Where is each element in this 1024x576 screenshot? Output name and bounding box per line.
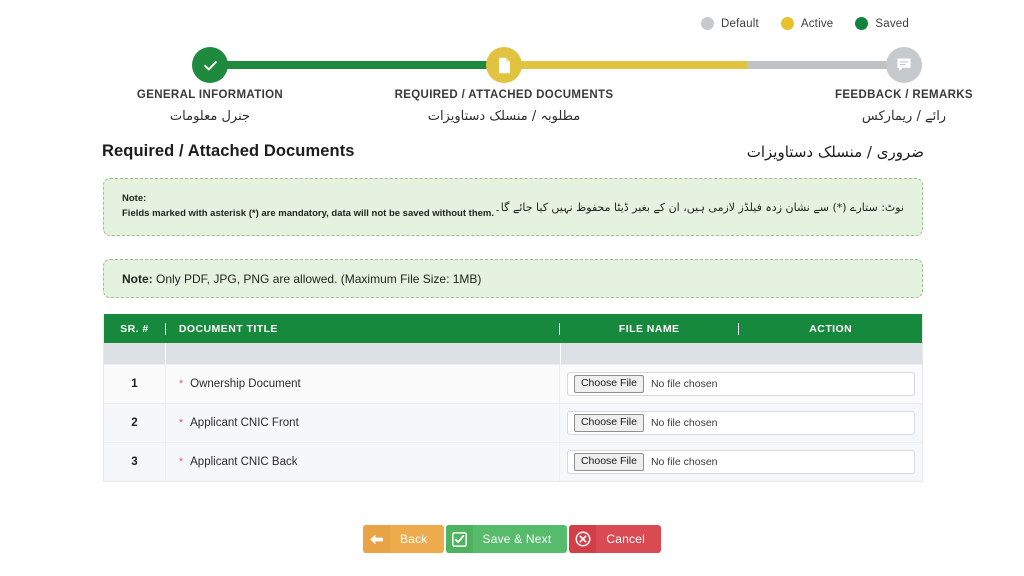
table-row: 2 * Applicant CNIC Front Choose File No …: [104, 403, 922, 442]
row-document-title: Applicant CNIC Front: [190, 417, 299, 429]
cancel-button[interactable]: Cancel: [569, 525, 661, 553]
back-button-label: Back: [400, 532, 428, 546]
stepper-connector-saved: [211, 61, 501, 69]
row-document-title: Applicant CNIC Back: [190, 456, 298, 468]
page-title-urdu: ضروری / منسلک دستاویزات: [746, 142, 924, 161]
stepper-labels: GENERAL INFORMATION جنرل معلومات REQUIRE…: [104, 89, 973, 129]
legend-item-saved: Saved: [855, 17, 909, 30]
documents-table: SR. # DOCUMENT TITLE FILE NAME ACTION 1 …: [103, 314, 923, 482]
row-serial: 2: [104, 404, 166, 442]
legend-label-default: Default: [721, 17, 759, 30]
row-upload-cell: Choose File No file chosen: [560, 372, 922, 396]
stepper-track: [104, 47, 924, 83]
row-upload-cell: Choose File No file chosen: [560, 450, 922, 474]
column-header-file: FILE NAME: [560, 322, 740, 335]
file-upload-input[interactable]: Choose File No file chosen: [566, 372, 915, 396]
required-asterisk-icon: *: [178, 455, 184, 468]
form-action-buttons: Back Save & Next Cancel: [0, 525, 1024, 553]
legend-item-default: Default: [701, 17, 759, 30]
choose-file-button[interactable]: Choose File: [573, 452, 644, 472]
table-spacer-cell-title: [166, 343, 561, 364]
status-legend: Default Active Saved: [701, 17, 909, 30]
mandatory-note-text: Fields marked with asterisk (*) are mand…: [122, 208, 494, 219]
row-upload-cell: Choose File No file chosen: [560, 411, 922, 435]
table-spacer-row: [104, 343, 922, 364]
stepper-label-ur: جنرل معلومات: [169, 109, 251, 124]
stepper-label-en: FEEDBACK / REMARKS: [835, 89, 973, 101]
legend-item-active: Active: [780, 17, 834, 30]
circle-dot-icon: [780, 17, 794, 30]
file-types-note-label: Note:: [122, 271, 153, 286]
row-document-title-cell: * Applicant CNIC Back: [166, 443, 560, 481]
required-asterisk-icon: *: [178, 416, 184, 429]
save-and-next-button[interactable]: Save & Next: [445, 525, 568, 553]
check-icon: [203, 60, 217, 70]
stepper-label-required-documents: REQUIRED / ATTACHED DOCUMENTS مطلوبہ / م…: [379, 89, 629, 124]
table-header-row: SR. # DOCUMENT TITLE FILE NAME ACTION: [104, 314, 922, 343]
stepper-label-ur: مطلوبہ / منسلک دستاویزات: [427, 109, 581, 124]
table-spacer-cell-sr: [104, 343, 166, 364]
file-types-note-text: Note: Only PDF, JPG, PNG are allowed. (M…: [122, 272, 481, 286]
mandatory-note-urdu: نوٹ: ستارے (*) سے نشان زدہ فیلڈز لازمی ہ…: [494, 200, 904, 214]
progress-stepper: GENERAL INFORMATION جنرل معلومات REQUIRE…: [104, 47, 973, 129]
stepper-connector-active: [499, 61, 749, 69]
checkbox-icon: [445, 525, 473, 553]
mandatory-note-english: Note: Fields marked with asterisk (*) ar…: [122, 192, 494, 221]
stepper-label-feedback-remarks: FEEDBACK / REMARKS رائے / ریمارکس: [779, 89, 1024, 124]
cancel-button-label: Cancel: [606, 532, 645, 546]
stepper-label-en: REQUIRED / ATTACHED DOCUMENTS: [394, 89, 614, 101]
back-button[interactable]: Back: [363, 525, 444, 553]
table-row: 1 * Ownership Document Choose File No fi…: [104, 364, 922, 403]
circle-dot-icon: [855, 17, 869, 30]
application-form-page: Default Active Saved GENERAL INFORMATION…: [0, 0, 1024, 576]
file-chosen-status: No file chosen: [650, 456, 718, 468]
row-document-title: Ownership Document: [190, 378, 301, 390]
save-and-next-button-label: Save & Next: [482, 532, 552, 546]
file-chosen-status: No file chosen: [650, 417, 718, 429]
mandatory-fields-note: Note: Fields marked with asterisk (*) ar…: [103, 178, 923, 236]
stepper-label-ur: رائے / ریمارکس: [861, 109, 947, 124]
column-header-title: DOCUMENT TITLE: [166, 322, 560, 335]
section-title-row: Required / Attached Documents ضروری / من…: [102, 142, 924, 161]
column-header-sr: SR. #: [104, 322, 166, 335]
stepper-node-feedback-remarks[interactable]: [886, 47, 922, 83]
file-upload-input[interactable]: Choose File No file chosen: [566, 411, 915, 435]
stepper-node-required-documents[interactable]: [486, 47, 522, 83]
legend-label-active: Active: [800, 17, 834, 30]
page-title: Required / Attached Documents: [102, 142, 355, 160]
stepper-label-en: GENERAL INFORMATION: [136, 89, 284, 101]
file-types-note: Note: Only PDF, JPG, PNG are allowed. (M…: [103, 259, 923, 298]
arrow-left-icon: [363, 525, 391, 553]
column-header-action: ACTION: [809, 322, 853, 335]
row-serial: 3: [104, 443, 166, 481]
close-circle-icon: [569, 525, 597, 553]
choose-file-button[interactable]: Choose File: [573, 413, 644, 433]
document-icon: [498, 57, 510, 73]
stepper-label-general-information: GENERAL INFORMATION جنرل معلومات: [85, 89, 335, 124]
file-chosen-status: No file chosen: [650, 378, 718, 390]
row-serial: 1: [104, 365, 166, 403]
mandatory-note-label: Note:: [122, 193, 147, 205]
row-document-title-cell: * Applicant CNIC Front: [166, 404, 560, 442]
file-types-note-body: Only PDF, JPG, PNG are allowed. (Maximum…: [152, 271, 482, 286]
circle-dot-icon: [701, 17, 715, 30]
comment-icon: [897, 58, 911, 72]
stepper-node-general-information[interactable]: [192, 47, 228, 83]
row-document-title-cell: * Ownership Document: [166, 365, 560, 403]
stepper-connector-default: [747, 61, 902, 69]
required-asterisk-icon: *: [178, 377, 184, 390]
choose-file-button[interactable]: Choose File: [573, 374, 644, 394]
file-upload-input[interactable]: Choose File No file chosen: [566, 450, 915, 474]
legend-label-saved: Saved: [875, 17, 909, 30]
table-row: 3 * Applicant CNIC Back Choose File No f…: [104, 442, 922, 481]
